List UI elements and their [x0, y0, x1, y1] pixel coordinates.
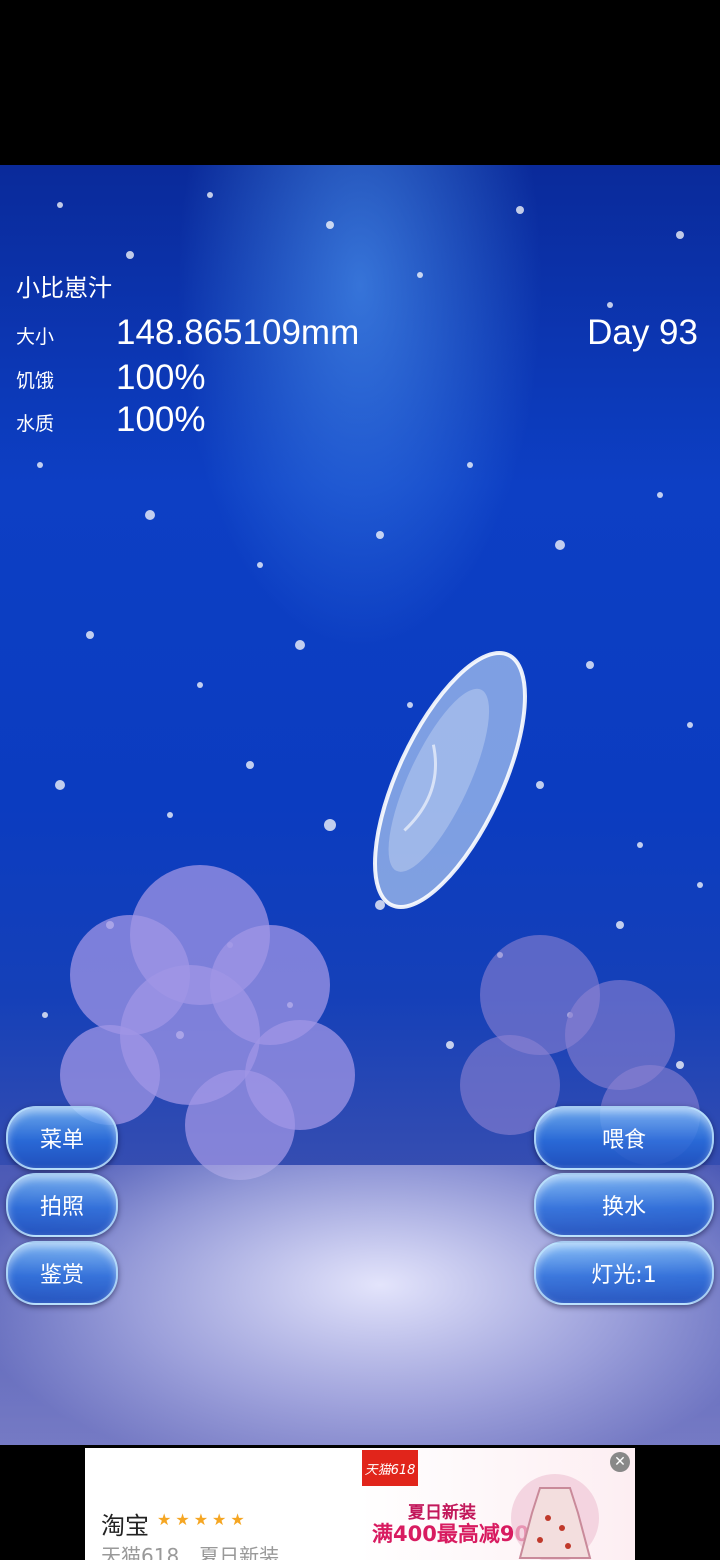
- water-quality-label: 水质: [16, 413, 55, 435]
- ad-brand: 淘宝: [101, 1512, 149, 1540]
- ad-rating-stars: ★★★★★: [157, 1510, 249, 1529]
- ad-left-panel[interactable]: 淘宝 ★★★★★ 天猫618 夏日新装: [85, 1448, 360, 1560]
- jellyfish-name: 小比崽汁: [16, 274, 112, 302]
- ad-banner[interactable]: 淘宝 ★★★★★ 天猫618 夏日新装 天猫618 夏日新装 满400最高减90…: [85, 1448, 635, 1560]
- water-quality-value: 100%: [116, 400, 206, 439]
- change-water-button[interactable]: 换水: [534, 1173, 714, 1237]
- dress-image: [511, 1474, 599, 1560]
- jellyfish[interactable]: [360, 635, 540, 925]
- hunger-label: 饥饿: [16, 370, 55, 392]
- photo-button[interactable]: 拍照: [6, 1173, 118, 1237]
- size-value: 148.865109mm: [116, 313, 360, 352]
- feed-button[interactable]: 喂食: [534, 1106, 714, 1170]
- menu-button[interactable]: 菜单: [6, 1106, 118, 1170]
- ad-tmall-tag: 天猫618: [362, 1450, 418, 1486]
- top-black-bar: [0, 0, 720, 165]
- light-button[interactable]: 灯光:1: [534, 1241, 714, 1305]
- ad-image-panel[interactable]: 天猫618 夏日新装 满400最高减90 ✕: [360, 1448, 635, 1560]
- day-counter: Day 93: [587, 313, 698, 352]
- size-label: 大小: [16, 326, 55, 348]
- appreciate-button[interactable]: 鉴赏: [6, 1241, 118, 1305]
- hunger-value: 100%: [116, 358, 206, 397]
- ad-subtitle: 天猫618 夏日新装: [101, 1544, 280, 1560]
- close-icon[interactable]: ✕: [610, 1452, 630, 1472]
- ad-discount: 满400最高减90: [372, 1522, 530, 1546]
